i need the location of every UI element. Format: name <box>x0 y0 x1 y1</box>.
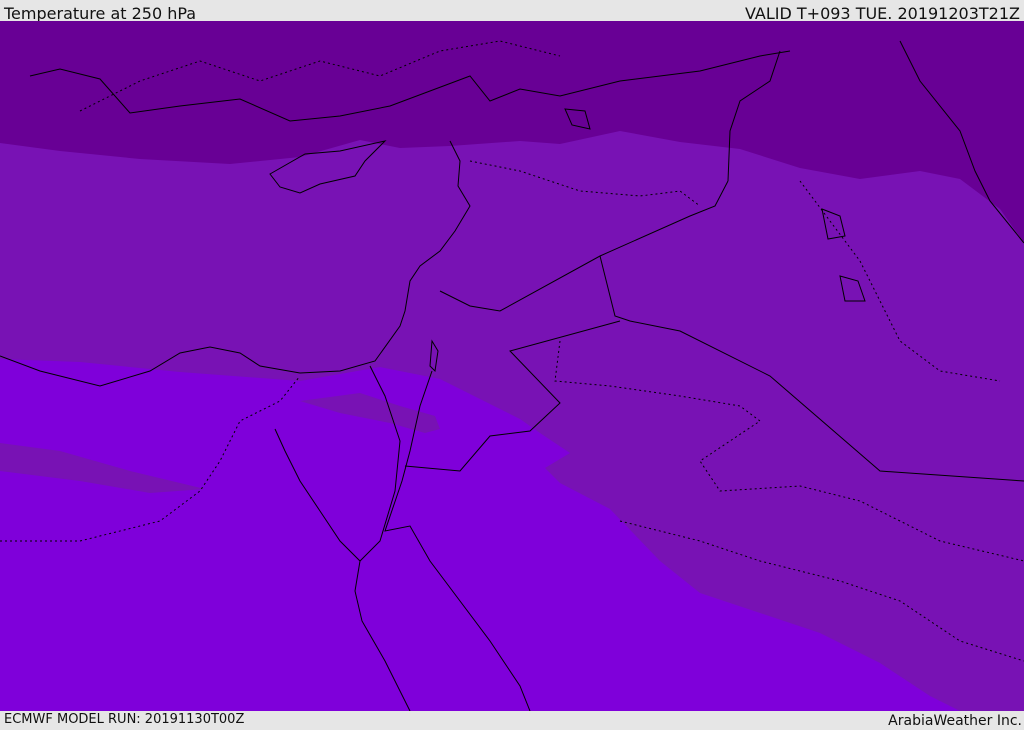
model-run: ECMWF MODEL RUN: 20191130T00Z <box>4 712 245 727</box>
forecast-map-window: Temperature at 250 hPa VALID T+093 TUE. … <box>0 0 1024 729</box>
temperature-map <box>0 21 1024 711</box>
header-bar: Temperature at 250 hPa VALID T+093 TUE. … <box>0 0 1024 23</box>
footer-bar: ECMWF MODEL RUN: 20191130T00Z ArabiaWeat… <box>0 711 1024 729</box>
credit-text: ArabiaWeather Inc. <box>888 713 1022 729</box>
